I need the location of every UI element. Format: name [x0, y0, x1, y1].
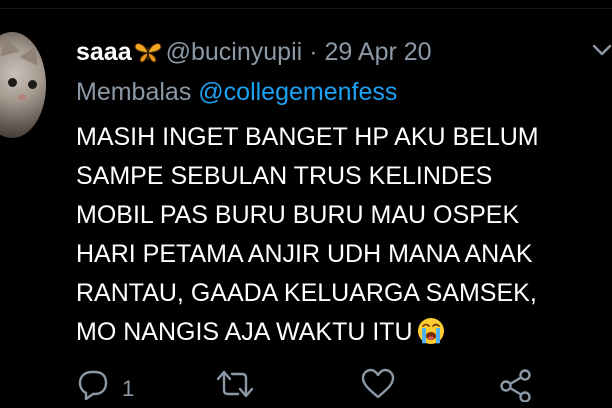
avatar-nose [18, 94, 26, 100]
tweet-text-line: MO NANGIS AJA WAKTU ITU [76, 318, 413, 346]
mention-link[interactable]: @collegemenfess [198, 78, 397, 106]
share-icon [500, 369, 531, 402]
avatar-eye [28, 80, 37, 89]
separator-dot: · [309, 37, 318, 66]
avatar-ear [0, 35, 20, 57]
share-button[interactable] [498, 368, 534, 408]
like-button[interactable] [360, 368, 396, 408]
avatar-eye [8, 78, 17, 87]
replying-to-label: Membalas [76, 78, 192, 106]
top-divider [0, 0, 612, 9]
display-name[interactable]: saaa [76, 38, 132, 67]
reply-button[interactable]: 1 [76, 368, 134, 408]
loudly-crying-face-icon [417, 317, 445, 345]
tweet-text-line: HARI PETAMA ANJIR UDH MANA ANAK [76, 240, 533, 268]
tweet-header: saaa @bucinyupii · 29 Apr 20 [76, 36, 432, 68]
butterfly-icon [134, 41, 162, 63]
tweet-text: MASIH INGET BANGET HP AKU BELUM SAMPE SE… [76, 118, 612, 352]
reply-count: 1 [122, 376, 135, 401]
tweet-text-line: MASIH INGET BANGET HP AKU BELUM [76, 123, 539, 151]
avatar[interactable] [0, 32, 46, 138]
replying-to: Membalas @collegemenfess [76, 78, 397, 110]
reply-icon [78, 370, 108, 400]
tweet-text-line-last: MO NANGIS AJA WAKTU ITU [76, 313, 612, 352]
chevron-down-icon[interactable] [592, 40, 612, 60]
tweet-actions: 1 [76, 368, 612, 408]
user-handle[interactable]: @bucinyupii [166, 38, 303, 67]
tweet-text-line: SAMPE SEBULAN TRUS KELINDES [76, 162, 493, 190]
tweet-text-line: RANTAU, GAADA KELUARGA SAMSEK, [76, 279, 537, 307]
retweet-button[interactable] [214, 368, 256, 408]
like-icon [361, 368, 395, 399]
retweet-icon [216, 370, 254, 398]
tweet-text-line: MOBIL PAS BURU BURU MAU OSPEK [76, 201, 520, 229]
avatar-ear [19, 42, 45, 66]
tweet-date[interactable]: 29 Apr 20 [325, 38, 432, 67]
